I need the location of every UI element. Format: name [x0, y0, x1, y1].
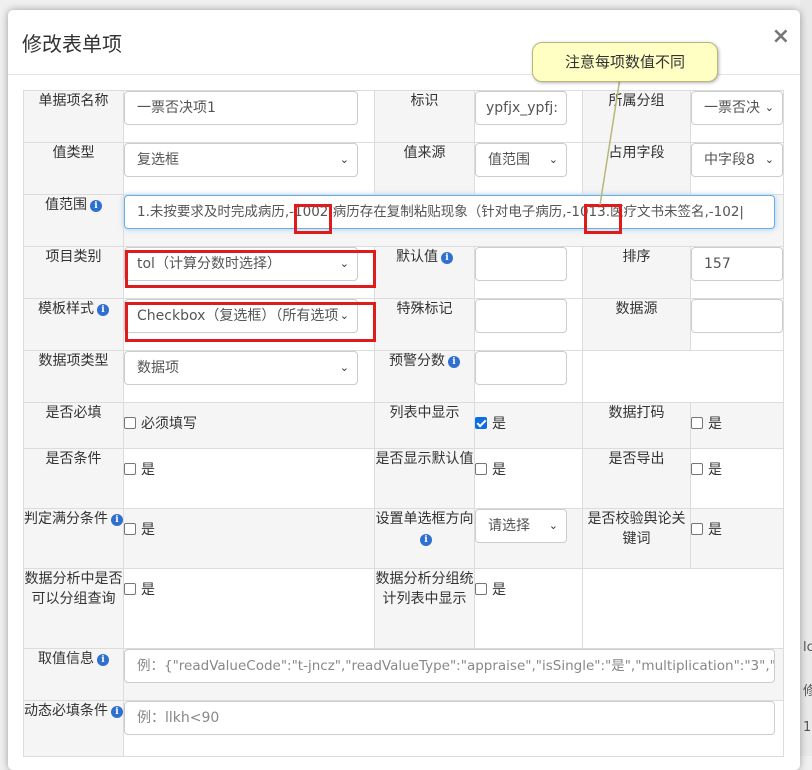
data-source-label: 数据源: [582, 298, 691, 351]
export-label: 是否导出: [582, 448, 691, 509]
required-checkbox[interactable]: 必须填写: [124, 413, 197, 433]
chevron-down-icon: ⌄: [548, 153, 558, 166]
is-condition-checkbox[interactable]: 是: [124, 459, 155, 479]
close-icon[interactable]: ×: [772, 26, 790, 48]
background-page: lc 修 1: [800, 0, 812, 756]
special-mark-input[interactable]: [475, 299, 567, 333]
info-circle-icon[interactable]: i: [441, 252, 453, 264]
background-text: 修: [803, 684, 812, 699]
chevron-down-icon: ⌄: [339, 361, 349, 374]
group-query-checkbox[interactable]: 是: [124, 579, 155, 599]
value-info-label: 取值信息 i: [23, 648, 124, 701]
is-condition-label: 是否条件: [23, 448, 124, 509]
info-circle-icon[interactable]: i: [448, 356, 460, 368]
edit-form-item-dialog: 修改表单项 × 单据项名称 一票否决项1 标识 ypfjx_ypfj: 所属分组…: [8, 10, 800, 770]
value-info-input[interactable]: 例：{"readValueCode":"t-jncz","readValueTy…: [124, 649, 775, 683]
background-text: lc: [803, 640, 812, 655]
empty-cell: [582, 568, 784, 649]
checkbox-checked-icon[interactable]: [475, 417, 487, 429]
dialog-title: 修改表单项: [22, 32, 122, 56]
checkbox-unchecked-icon[interactable]: [691, 463, 703, 475]
show-in-list-checkbox[interactable]: 是: [475, 413, 506, 433]
warning-score-label: 预警分数 i: [374, 350, 475, 403]
special-mark-label: 特殊标记: [374, 298, 475, 351]
data-item-type-select[interactable]: 数据项 ⌄: [124, 351, 358, 385]
checkbox-unchecked-icon[interactable]: [124, 463, 136, 475]
checkbox-unchecked-icon[interactable]: [691, 523, 703, 535]
full-score-condition-label: 判定满分条件 i: [23, 508, 124, 569]
checkbox-unchecked-icon[interactable]: [124, 583, 136, 595]
show-in-list-label: 列表中显示: [374, 402, 475, 449]
show-default-checkbox[interactable]: 是: [475, 459, 506, 479]
radio-direction-label: 设置单选框方向i: [374, 508, 475, 569]
form-table: 单据项名称 一票否决项1 标识 ypfjx_ypfj: 所属分组 一票否决 ⌄ 值…: [23, 90, 784, 757]
group-stats-label: 数据分析分组统计列表中显示: [374, 568, 475, 649]
value-source-label: 值来源: [374, 142, 475, 195]
value-type-label: 值类型: [23, 142, 124, 195]
chevron-down-icon: ⌄: [764, 101, 774, 114]
chevron-down-icon: ⌄: [764, 153, 774, 166]
field-slot-label: 占用字段: [582, 142, 691, 195]
show-default-label: 是否显示默认值: [374, 448, 475, 509]
group-select[interactable]: 一票否决 ⌄: [691, 91, 783, 125]
checkbox-unchecked-icon[interactable]: [124, 417, 136, 429]
dynamic-required-input[interactable]: 例：llkh<90: [124, 701, 775, 735]
info-circle-icon[interactable]: i: [111, 706, 123, 718]
template-style-label: 模板样式 i: [23, 298, 124, 351]
verify-keywords-label: 是否校验舆论关键词: [582, 508, 691, 569]
data-source-input[interactable]: [691, 299, 783, 333]
info-circle-icon[interactable]: i: [97, 654, 109, 666]
group-query-label: 数据分析中是否可以分组查询: [23, 568, 124, 649]
info-circle-icon[interactable]: i: [111, 514, 123, 526]
chevron-down-icon: ⌄: [339, 153, 349, 166]
value-range-input[interactable]: 1.未按要求及时完成病历,-1002.病历存在复制粘贴现象（针对电子病历,-10…: [124, 195, 775, 229]
verify-keywords-checkbox[interactable]: 是: [691, 519, 722, 539]
annotation-callout: 注意每项数值不同: [532, 42, 718, 82]
value-type-select[interactable]: 复选框 ⌄: [124, 143, 358, 177]
data-code-checkbox[interactable]: 是: [691, 413, 722, 433]
chevron-down-icon: ⌄: [548, 519, 558, 532]
highlight-box-project-category: [125, 250, 376, 288]
checkbox-unchecked-icon[interactable]: [124, 523, 136, 535]
item-name-label: 单据项名称: [23, 90, 124, 143]
group-stats-checkbox[interactable]: 是: [475, 579, 506, 599]
value-source-select[interactable]: 值范围 ⌄: [475, 143, 567, 177]
data-code-label: 数据打码: [582, 402, 691, 449]
sort-input[interactable]: 157: [691, 247, 783, 281]
background-text: 1: [803, 720, 812, 735]
export-checkbox[interactable]: 是: [691, 459, 722, 479]
empty-cell: [582, 350, 784, 403]
highlight-box-value-1: [294, 204, 332, 234]
default-value-label: 默认值 i: [374, 246, 475, 299]
dynamic-required-label: 动态必填条件 i: [23, 700, 124, 757]
field-slot-select[interactable]: 中字段8 ⌄: [691, 143, 783, 177]
group-label: 所属分组: [582, 90, 691, 143]
info-circle-icon[interactable]: i: [97, 304, 109, 316]
data-item-type-label: 数据项类型: [23, 350, 124, 403]
info-circle-icon[interactable]: i: [420, 534, 432, 546]
info-circle-icon[interactable]: i: [90, 200, 102, 212]
radio-direction-select[interactable]: 请选择 ⌄: [475, 509, 567, 543]
warning-score-input[interactable]: [475, 351, 567, 385]
checkbox-unchecked-icon[interactable]: [475, 583, 487, 595]
highlight-box-value-2: [584, 204, 622, 234]
checkbox-unchecked-icon[interactable]: [475, 463, 487, 475]
value-range-label: 值范围 i: [23, 194, 124, 247]
required-label: 是否必填: [23, 402, 124, 449]
full-score-condition-checkbox[interactable]: 是: [124, 519, 155, 539]
identifier-label: 标识: [374, 90, 475, 143]
project-category-label: 项目类别: [23, 246, 124, 299]
identifier-input[interactable]: ypfjx_ypfj:: [475, 91, 567, 125]
checkbox-unchecked-icon[interactable]: [691, 417, 703, 429]
item-name-input[interactable]: 一票否决项1: [124, 91, 358, 125]
highlight-box-template-style: [125, 302, 376, 342]
sort-label: 排序: [582, 246, 691, 299]
default-value-input[interactable]: [475, 247, 567, 281]
